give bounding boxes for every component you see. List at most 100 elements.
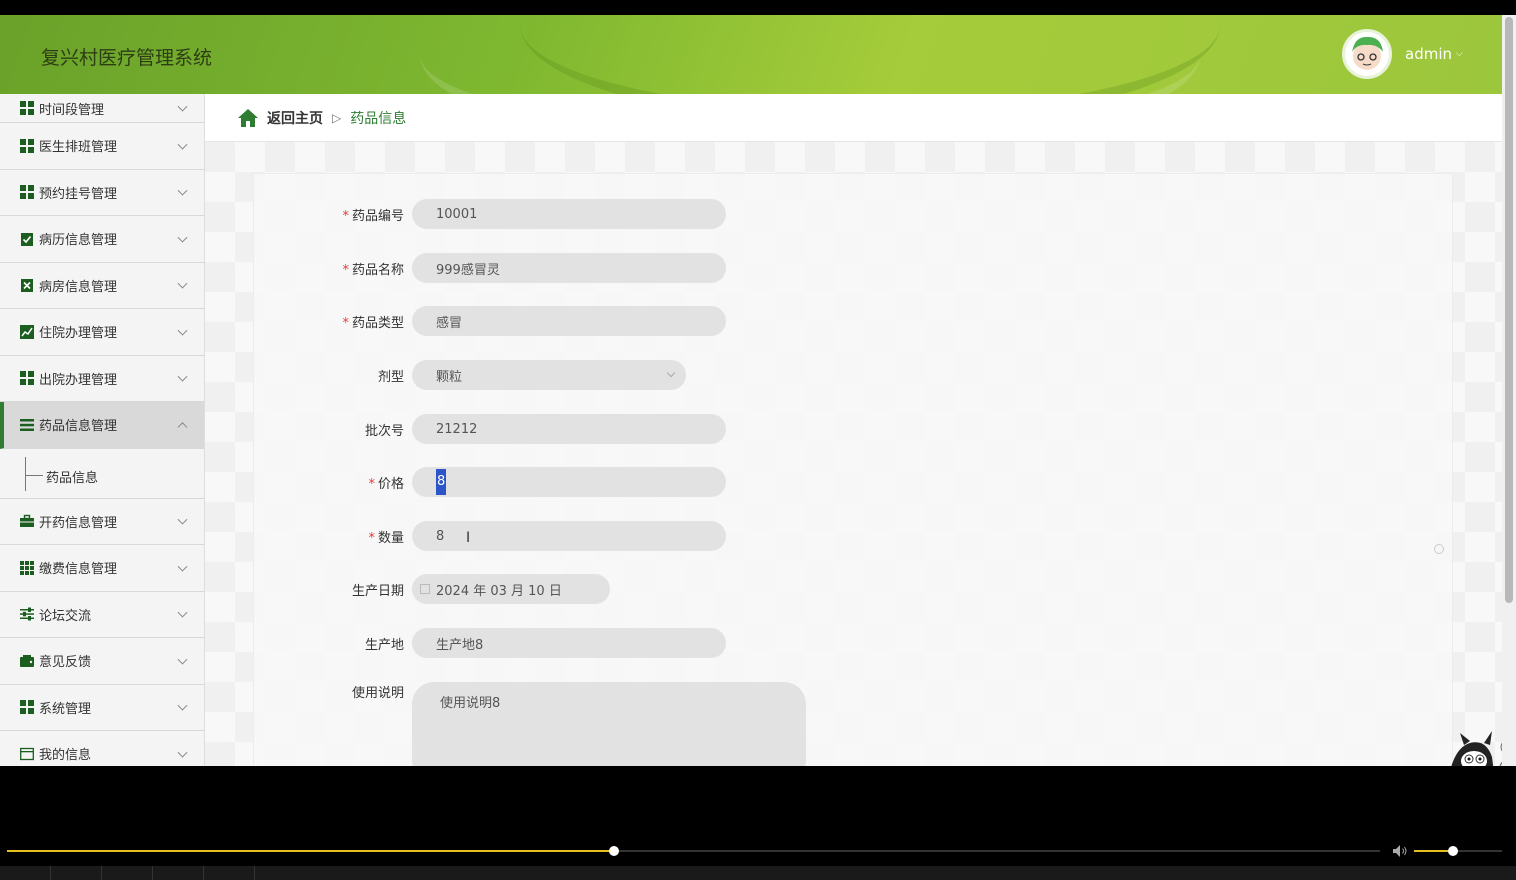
sidebar-item-label: 意见反馈 [39, 655, 92, 671]
form-row-code: * 药品编号 10001 [254, 199, 726, 229]
toolbar-slot[interactable] [51, 866, 102, 880]
batch-number-input[interactable]: 21212 [412, 414, 726, 444]
volume-handle[interactable] [1447, 846, 1458, 856]
usage-textarea[interactable]: 使用说明8 [412, 682, 806, 766]
field-label: 使用说明 [351, 686, 404, 701]
sidebar-item-prescription[interactable]: 开药信息管理 [0, 499, 204, 545]
sidebar-item-discharge[interactable]: 出院办理管理 [0, 356, 204, 402]
breadcrumb-current: 药品信息 [350, 110, 407, 127]
vertical-scrollbar[interactable] [1502, 15, 1516, 766]
medicine-type-input[interactable]: 感冒 [412, 306, 726, 336]
sidebar: 时间段管理 医生排班管理 预约挂号管理 病历信息管理 病房信息管理 住院办理管理 [0, 94, 205, 766]
form-row-name: * 药品名称 999感冒灵 [254, 253, 726, 283]
form-row-origin: 生产地 生产地8 [254, 628, 726, 658]
sidebar-subitem-medicine-info[interactable]: 药品信息 [46, 467, 98, 486]
form-row-date: 生产日期 2024 年 03 月 10 日 [254, 574, 610, 604]
toolbar-slot[interactable] [102, 866, 153, 880]
volume-icon[interactable] [1392, 844, 1408, 858]
form-row-type: * 药品类型 感冒 [254, 306, 726, 336]
sidebar-item-system[interactable]: 系统管理 [0, 685, 204, 731]
toolbar-slot[interactable] [153, 866, 204, 880]
chevron-down-icon [177, 325, 188, 336]
field-label: 批次号 [364, 423, 404, 439]
form-row-qty: * 数量 8 [254, 521, 726, 551]
dosage-select[interactable]: 颗粒 [412, 360, 686, 390]
sidebar-item-appointment[interactable]: 预约挂号管理 [0, 170, 204, 216]
sidebar-item-label: 系统管理 [39, 701, 92, 717]
chart-line-icon [20, 324, 34, 339]
sidebar-item-my-info[interactable]: 我的信息 [0, 731, 204, 766]
chevron-down-icon [177, 747, 188, 758]
chevron-down-icon [666, 368, 676, 378]
sidebar-item-ward[interactable]: 病房信息管理 [0, 263, 204, 309]
chevron-down-icon [177, 700, 188, 711]
form-row-batch: 批次号 21212 [254, 414, 726, 444]
sidebar-item-label: 医生排班管理 [39, 140, 118, 156]
top-header: 复兴村医疗管理系统 admin ⌵ [0, 15, 1502, 94]
sidebar-item-label: 药品信息管理 [39, 419, 118, 435]
field-label: * 价格 [368, 476, 404, 492]
sidebar-item-medicine[interactable]: 药品信息管理 [0, 402, 204, 449]
sidebar-item-label: 开药信息管理 [39, 515, 118, 531]
progress-fill [7, 850, 614, 852]
sidebar-item-label: 时间段管理 [39, 102, 105, 118]
tree-line [25, 474, 43, 476]
form-row-dosage: 剂型 颗粒 [254, 360, 686, 390]
grid-icon [20, 700, 34, 715]
production-date-picker[interactable]: 2024 年 03 月 10 日 [412, 574, 610, 604]
field-label: * 药品编号 [342, 208, 404, 224]
chevron-down-icon [177, 139, 188, 150]
toolbar-slot[interactable] [204, 866, 255, 880]
grid-icon [20, 371, 34, 386]
progress-bar[interactable] [7, 850, 1380, 852]
sidebar-item-feedback[interactable]: 意见反馈 [0, 638, 204, 685]
scrollbar-thumb[interactable] [1505, 17, 1513, 603]
sidebar-item-time-slot[interactable]: 时间段管理 [0, 94, 204, 123]
field-label: * 药品名称 [342, 262, 404, 278]
progress-handle[interactable] [608, 846, 619, 856]
sidebar-item-label: 缴费信息管理 [39, 562, 118, 578]
submenu: 药品信息 [0, 448, 204, 499]
chevron-down-icon [177, 101, 188, 112]
field-label: * 药品类型 [342, 315, 404, 331]
user-menu[interactable]: admin ⌵ [1405, 45, 1463, 63]
breadcrumb-home-link[interactable]: 返回主页 [267, 108, 323, 128]
home-icon[interactable] [237, 108, 259, 128]
tree-line [25, 456, 26, 491]
avatar[interactable] [1342, 29, 1392, 79]
calendar-icon [420, 584, 430, 594]
sliders-icon [20, 607, 34, 621]
medicine-name-input[interactable]: 999感冒灵 [412, 253, 726, 283]
chevron-down-icon [177, 654, 188, 665]
sidebar-item-label: 病历信息管理 [39, 233, 118, 249]
chevron-down-icon [177, 278, 188, 289]
clipboard-check-icon [21, 232, 33, 246]
bottom-toolbar [0, 866, 1516, 880]
origin-input[interactable]: 生产地8 [412, 628, 726, 658]
video-player-controls [0, 766, 1516, 880]
field-label: * 数量 [368, 530, 404, 546]
sidebar-item-payment[interactable]: 缴费信息管理 [0, 545, 204, 592]
sidebar-item-doctor-schedule[interactable]: 医生排班管理 [0, 123, 204, 170]
price-input[interactable]: 8 [412, 467, 726, 497]
toolbar-slot[interactable] [0, 866, 51, 880]
sidebar-item-admission[interactable]: 住院办理管理 [0, 309, 204, 356]
text-cursor-icon: I [466, 530, 471, 546]
volume-fill [1414, 850, 1453, 852]
mascot-cat-icon[interactable] [1430, 727, 1502, 766]
chevron-down-icon [177, 561, 188, 572]
wallet-icon [20, 654, 34, 667]
volume-slider[interactable] [1414, 850, 1502, 852]
quantity-input[interactable]: 8 [412, 521, 726, 551]
field-label: 生产地 [364, 637, 404, 653]
sidebar-item-medical-record[interactable]: 病历信息管理 [0, 216, 204, 263]
form-row-usage: 使用说明 使用说明8 [254, 682, 806, 766]
sidebar-item-label: 出院办理管理 [39, 372, 118, 388]
sidebar-item-forum[interactable]: 论坛交流 [0, 592, 204, 638]
field-label: 生产日期 [351, 583, 404, 599]
chevron-up-icon [177, 421, 188, 432]
header-decoration-2 [520, 15, 1220, 94]
clear-icon[interactable] [1434, 544, 1444, 554]
user-name: admin [1405, 45, 1452, 63]
medicine-code-input[interactable]: 10001 [412, 199, 726, 229]
